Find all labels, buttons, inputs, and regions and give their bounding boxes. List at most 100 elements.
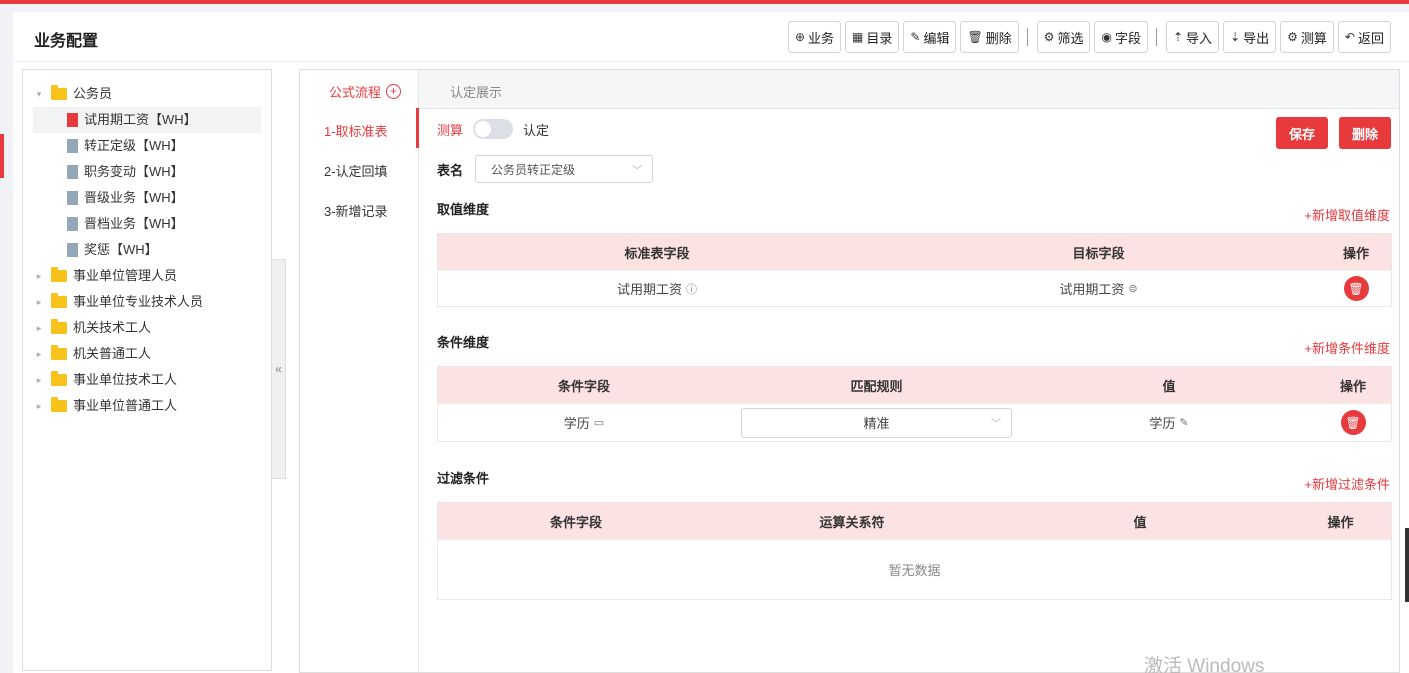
table-cell: 试用期工资 ⊜: [876, 279, 1321, 298]
step-item-1[interactable]: 1-取标准表: [324, 121, 388, 140]
tree-folder-item[interactable]: ▸ 机关普通工人: [33, 341, 263, 367]
comment-icon[interactable]: ▭: [594, 416, 604, 429]
caret-right-icon[interactable]: ▸: [33, 367, 45, 393]
tree-item-label: 事业单位管理人员: [73, 268, 178, 283]
column-header: 目标字段: [1072, 245, 1125, 261]
caret-right-icon[interactable]: ▸: [33, 315, 45, 341]
folder-icon: [51, 397, 67, 412]
document-icon: [67, 191, 78, 205]
calculate-button[interactable]: ⚙ 测算: [1280, 21, 1334, 53]
tree-leaf-item[interactable]: 转正定级【WH】: [33, 133, 261, 159]
caret-right-icon[interactable]: ▸: [33, 393, 45, 419]
tree-leaf-item[interactable]: 奖惩【WH】: [33, 237, 261, 263]
source-field-value: 试用期工资: [616, 282, 682, 297]
mode-switch-row: 测算 认定: [437, 119, 549, 139]
page-title: 业务配置: [34, 33, 99, 50]
caret-right-icon[interactable]: ▸: [33, 263, 45, 289]
windows-activation-watermark: 激活 Windows: [1144, 656, 1265, 673]
mode-calc-label: 测算: [437, 122, 464, 138]
folder-icon: [51, 371, 67, 386]
add-step-icon[interactable]: +: [386, 84, 402, 99]
filter-button[interactable]: ⚙ 筛选: [1036, 21, 1091, 53]
export-button-label: 导出: [1243, 30, 1270, 46]
filter-button-label: 筛选: [1057, 30, 1084, 46]
step-item-2[interactable]: 2-认定回填: [324, 161, 388, 180]
toggle-knob: [475, 121, 492, 137]
caret-right-icon[interactable]: ▸: [33, 341, 45, 367]
caret-right-icon[interactable]: ▸: [33, 289, 45, 315]
value-dimension-title: 取值维度: [437, 202, 490, 217]
table-name-row: 表名 公务员转正定级 ﹀: [437, 155, 654, 183]
tree-leaf-item[interactable]: 晋档业务【WH】: [33, 211, 261, 237]
catalog-button[interactable]: ▦ 目录: [845, 21, 900, 53]
tree-item-label: 事业单位普通工人: [73, 398, 178, 413]
delete-button[interactable]: 🗑 删除: [960, 21, 1019, 53]
tree-folder-item[interactable]: ▸ 事业单位普通工人: [33, 393, 263, 419]
column-header: 运算关系符: [819, 514, 885, 530]
tab-bar: 认定展示: [419, 70, 1399, 109]
business-button[interactable]: ⊕ 业务: [787, 21, 842, 53]
tree-folder-item[interactable]: ▸ 事业单位管理人员: [33, 263, 263, 289]
back-button-label: 返回: [1357, 30, 1384, 46]
tree-leaf-item[interactable]: 试用期工资【WH】: [33, 107, 261, 133]
grid-icon: ▦: [852, 30, 864, 44]
tree-leaf-item[interactable]: 职务变动【WH】: [33, 159, 261, 185]
column-header: 标准表字段: [624, 245, 690, 261]
tree-folder-item[interactable]: ▸ 机关技术工人: [33, 315, 263, 341]
toolbar: ⊕ 业务 ▦ 目录 ✎ 编辑 🗑 删除 ⚙ 筛选 ◉ 字段 ⇡ 导入 ⇣ 导出 ⚙ 测算 ↶ 返回: [784, 21, 1391, 53]
delete-row-button[interactable]: 🗑: [1340, 410, 1366, 435]
field-button-label: 字段: [1114, 30, 1141, 46]
import-button[interactable]: ⇡ 导入: [1165, 21, 1220, 53]
business-button-label: 业务: [808, 30, 835, 46]
undo-icon: ↶: [1344, 30, 1355, 44]
tree-item-label: 晋级业务【WH】: [84, 190, 184, 205]
field-button[interactable]: ◉ 字段: [1094, 21, 1148, 53]
add-condition-dimension-link[interactable]: +新增条件维度: [1304, 338, 1390, 357]
document-icon: [67, 165, 78, 179]
condition-field-value: 学历: [563, 416, 590, 431]
delete-config-button[interactable]: 删除: [1339, 117, 1391, 149]
table-name-value: 公务员转正定级: [491, 162, 576, 177]
add-filter-condition-link[interactable]: +新增过滤条件: [1304, 474, 1390, 493]
formula-steps-title: 公式流程: [329, 85, 382, 100]
toolbar-separator: [1155, 28, 1157, 46]
column-header: 操作: [1327, 514, 1354, 530]
edit-button[interactable]: ✎ 编辑: [903, 21, 957, 53]
add-value-dimension-link[interactable]: +新增取值维度: [1304, 205, 1390, 224]
match-rule-select[interactable]: 精准 ﹀: [741, 407, 1012, 438]
condition-dimension-title: 条件维度: [437, 335, 490, 350]
table-name-select[interactable]: 公务员转正定级 ﹀: [475, 155, 654, 183]
chevron-down-icon: ﹀: [632, 165, 643, 177]
back-button[interactable]: ↶ 返回: [1337, 21, 1391, 53]
mode-recognize-label: 认定: [523, 122, 550, 138]
tree-leaf-item[interactable]: 晋级业务【WH】: [33, 185, 261, 211]
comment-icon[interactable]: ⊜: [1128, 282, 1137, 295]
tree-item-label: 事业单位技术工人: [73, 372, 178, 387]
config-content: 测算 认定 保存 删除 表名 公务员转正定级 ﹀ 取值维度 +新增取值维度 标准…: [419, 109, 1399, 671]
mode-toggle[interactable]: [473, 119, 514, 139]
delete-row-button[interactable]: 🗑: [1343, 276, 1369, 301]
table-cell: 🗑: [1321, 276, 1391, 301]
table-header: 标准表字段 目标字段 操作: [438, 234, 1391, 270]
target-field-value: 试用期工资: [1059, 282, 1125, 297]
page-header: 业务配置 ⊕ 业务 ▦ 目录 ✎ 编辑 🗑 删除 ⚙ 筛选 ◉ 字段 ⇡ 导入 ⇣ 导出 ⚙ 测算 ↶ 返回: [13, 12, 1409, 62]
step-item-3[interactable]: 3-新增记录: [324, 201, 388, 220]
collapse-panel-handle[interactable]: «: [272, 259, 286, 479]
main-panel: 公式流程 + 1-取标准表 2-认定回填 3-新增记录 认定展示 测算 认定 保…: [299, 69, 1400, 673]
info-icon[interactable]: ⓘ: [686, 281, 697, 297]
catalog-button-label: 目录: [866, 30, 893, 46]
save-button[interactable]: 保存: [1276, 117, 1328, 149]
page-container: 业务配置 ⊕ 业务 ▦ 目录 ✎ 编辑 🗑 删除 ⚙ 筛选 ◉ 字段 ⇡ 导入 ⇣ 导出 ⚙ 测算 ↶ 返回 ▾ 公务员…: [13, 12, 1409, 673]
tab-recognition-display[interactable]: 认定展示: [450, 82, 502, 101]
document-icon: [67, 139, 78, 153]
tree-folder-item[interactable]: ▸ 事业单位技术工人: [33, 367, 263, 393]
caret-down-icon[interactable]: ▾: [33, 81, 45, 107]
export-button[interactable]: ⇣ 导出: [1223, 21, 1277, 53]
calculate-button-label: 测算: [1300, 30, 1327, 46]
tree-item-label: 奖惩【WH】: [84, 242, 158, 257]
gear-icon: ⚙: [1043, 30, 1055, 44]
tree-folder-item[interactable]: ▾ 公务员: [33, 81, 263, 107]
trash-icon: 🗑: [1348, 281, 1364, 296]
pencil-icon[interactable]: ✎: [1179, 416, 1188, 429]
tree-folder-item[interactable]: ▸ 事业单位专业技术人员: [33, 289, 263, 315]
